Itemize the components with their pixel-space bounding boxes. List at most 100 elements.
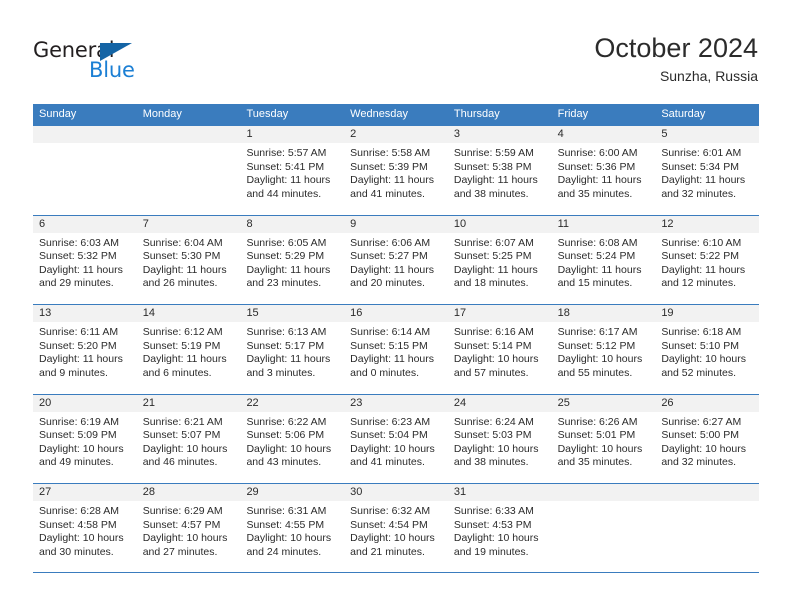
sunset-text: Sunset: 5:24 PM [557,250,636,263]
day-cell[interactable]: 1 Sunrise: 5:57 AM Sunset: 5:41 PM Dayli… [240,126,345,215]
sunset-text: Sunset: 5:00 PM [661,429,739,442]
day-cell[interactable]: 14 Sunrise: 6:12 AM Sunset: 5:19 PM Dayl… [136,305,241,394]
day-cell[interactable]: 23 Sunrise: 6:23 AM Sunset: 5:04 PM Dayl… [344,394,448,484]
day-cell[interactable]: 11 Sunrise: 6:08 AM Sunset: 5:24 PM Dayl… [551,215,656,305]
day-cell[interactable]: 31 Sunrise: 6:33 AM Sunset: 4:53 PM Dayl… [447,484,552,572]
sunset-text: Sunset: 5:09 PM [39,429,117,442]
day-info: Sunrise: 6:13 AM Sunset: 5:17 PM Dayligh… [240,322,344,380]
day-cell[interactable]: 6 Sunrise: 6:03 AM Sunset: 5:32 PM Dayli… [33,215,137,305]
day-number: 26 [655,394,760,412]
day-number [136,126,241,143]
day-info: Sunrise: 6:22 AM Sunset: 5:06 PM Dayligh… [240,412,344,470]
sunrise-text: Sunrise: 5:57 AM [246,147,327,159]
daylight-text-line1: Daylight: 11 hours [350,353,435,366]
sunrise-text: Sunrise: 6:11 AM [39,326,119,338]
day-cell[interactable]: 12 Sunrise: 6:10 AM Sunset: 5:22 PM Dayl… [655,215,760,305]
daylight-text-line2: and 23 minutes. [246,277,322,290]
weekday-header-wednesday: Wednesday [350,108,409,120]
day-cell[interactable] [33,126,137,215]
day-cell[interactable] [655,484,760,572]
daylight-text-line1: Daylight: 10 hours [142,532,228,545]
daylight-text-line1: Daylight: 11 hours [246,174,331,187]
daylight-text-line1: Daylight: 10 hours [350,532,435,545]
sunrise-text: Sunrise: 6:14 AM [350,326,431,338]
day-number: 4 [551,126,656,143]
general-blue-logo[interactable]: General Blue [33,38,153,82]
day-cell[interactable]: 22 Sunrise: 6:22 AM Sunset: 5:06 PM Dayl… [240,394,345,484]
weekday-header-sunday: Sunday [39,108,77,120]
day-cell[interactable]: 7 Sunrise: 6:04 AM Sunset: 5:30 PM Dayli… [136,215,241,305]
day-info: Sunrise: 5:57 AM Sunset: 5:41 PM Dayligh… [240,143,344,201]
day-cell[interactable]: 21 Sunrise: 6:21 AM Sunset: 5:07 PM Dayl… [136,394,241,484]
page-title: October 2024 [594,33,758,63]
day-cell[interactable]: 13 Sunrise: 6:11 AM Sunset: 5:20 PM Dayl… [33,305,137,394]
day-cell[interactable]: 25 Sunrise: 6:26 AM Sunset: 5:01 PM Dayl… [551,394,656,484]
daylight-text-line2: and 32 minutes. [661,187,737,200]
day-number: 31 [447,484,552,501]
daylight-text-line2: and 26 minutes. [142,277,218,290]
day-cell[interactable]: 30 Sunrise: 6:32 AM Sunset: 4:54 PM Dayl… [344,484,448,572]
sunset-text: Sunset: 5:03 PM [453,429,532,442]
day-number: 30 [344,484,448,501]
day-number: 18 [551,305,656,322]
daylight-text-line2: and 3 minutes. [246,366,316,379]
sunset-text: Sunset: 5:14 PM [453,339,532,352]
calendar-page: General Blue October 2024 Sunzha, Russia… [0,0,792,612]
day-cell[interactable]: 3 Sunrise: 5:59 AM Sunset: 5:38 PM Dayli… [447,126,552,215]
day-cell[interactable]: 5 Sunrise: 6:01 AM Sunset: 5:34 PM Dayli… [655,126,760,215]
weekday-header-tuesday: Tuesday [246,108,289,120]
daylight-text-line1: Daylight: 11 hours [246,263,331,276]
day-cell[interactable]: 24 Sunrise: 6:24 AM Sunset: 5:03 PM Dayl… [447,394,552,484]
day-info: Sunrise: 6:26 AM Sunset: 5:01 PM Dayligh… [552,412,656,470]
day-info: Sunrise: 6:06 AM Sunset: 5:27 PM Dayligh… [344,233,448,291]
day-number [655,484,760,501]
day-cell[interactable]: 2 Sunrise: 5:58 AM Sunset: 5:39 PM Dayli… [344,126,448,215]
daylight-text-line1: Daylight: 11 hours [142,263,227,276]
daylight-text-line2: and 55 minutes. [557,366,633,379]
sunrise-text: Sunrise: 6:28 AM [39,505,119,517]
sunrise-text: Sunrise: 6:18 AM [661,326,742,338]
weekday-header-monday: Monday [142,108,182,120]
daylight-text-line1: Daylight: 10 hours [246,532,332,545]
sunset-text: Sunset: 5:06 PM [246,429,325,442]
day-cell[interactable]: 18 Sunrise: 6:17 AM Sunset: 5:12 PM Dayl… [551,305,656,394]
day-cell[interactable]: 29 Sunrise: 6:31 AM Sunset: 4:55 PM Dayl… [240,484,345,572]
day-info: Sunrise: 6:01 AM Sunset: 5:34 PM Dayligh… [655,143,759,201]
day-info: Sunrise: 6:33 AM Sunset: 4:53 PM Dayligh… [448,501,552,559]
calendar-grid: Sunday Monday Tuesday Wednesday Thursday… [33,104,760,573]
daylight-text-line1: Daylight: 10 hours [142,442,228,455]
sunrise-text: Sunrise: 6:12 AM [142,326,223,338]
day-cell[interactable]: 26 Sunrise: 6:27 AM Sunset: 5:00 PM Dayl… [655,394,760,484]
sunset-text: Sunset: 5:12 PM [557,339,636,352]
day-cell[interactable]: 27 Sunrise: 6:28 AM Sunset: 4:58 PM Dayl… [33,484,137,572]
day-info: Sunrise: 6:31 AM Sunset: 4:55 PM Dayligh… [240,501,344,559]
daylight-text-line1: Daylight: 10 hours [246,442,332,455]
sunset-text: Sunset: 4:58 PM [39,518,117,531]
day-cell[interactable] [551,484,656,572]
sunrise-text: Sunrise: 6:33 AM [453,505,534,517]
sunset-text: Sunset: 5:25 PM [453,250,532,263]
day-cell[interactable]: 19 Sunrise: 6:18 AM Sunset: 5:10 PM Dayl… [655,305,760,394]
day-cell[interactable]: 28 Sunrise: 6:29 AM Sunset: 4:57 PM Dayl… [136,484,241,572]
daylight-text-line1: Daylight: 10 hours [661,353,746,366]
day-cell[interactable]: 4 Sunrise: 6:00 AM Sunset: 5:36 PM Dayli… [551,126,656,215]
daylight-text-line1: Daylight: 11 hours [661,174,746,187]
day-number: 14 [136,305,241,322]
day-cell[interactable]: 16 Sunrise: 6:14 AM Sunset: 5:15 PM Dayl… [344,305,448,394]
sunrise-text: Sunrise: 6:06 AM [350,236,431,249]
day-cell[interactable]: 10 Sunrise: 6:07 AM Sunset: 5:25 PM Dayl… [447,215,552,305]
day-cell[interactable]: 8 Sunrise: 6:05 AM Sunset: 5:29 PM Dayli… [240,215,345,305]
sunset-text: Sunset: 4:55 PM [246,518,325,531]
daylight-text-line1: Daylight: 11 hours [350,263,435,276]
daylight-text-line2: and 57 minutes. [453,366,529,379]
day-cell[interactable]: 17 Sunrise: 6:16 AM Sunset: 5:14 PM Dayl… [447,305,552,394]
daylight-text-line1: Daylight: 10 hours [557,442,643,455]
location-subtitle: Sunzha, Russia [659,67,758,84]
sunset-text: Sunset: 5:10 PM [661,339,739,352]
sunrise-text: Sunrise: 6:05 AM [246,236,327,249]
day-cell[interactable]: 9 Sunrise: 6:06 AM Sunset: 5:27 PM Dayli… [344,215,448,305]
day-cell[interactable] [136,126,241,215]
day-number: 19 [655,305,760,322]
day-cell[interactable]: 15 Sunrise: 6:13 AM Sunset: 5:17 PM Dayl… [240,305,345,394]
day-cell[interactable]: 20 Sunrise: 6:19 AM Sunset: 5:09 PM Dayl… [33,394,137,484]
